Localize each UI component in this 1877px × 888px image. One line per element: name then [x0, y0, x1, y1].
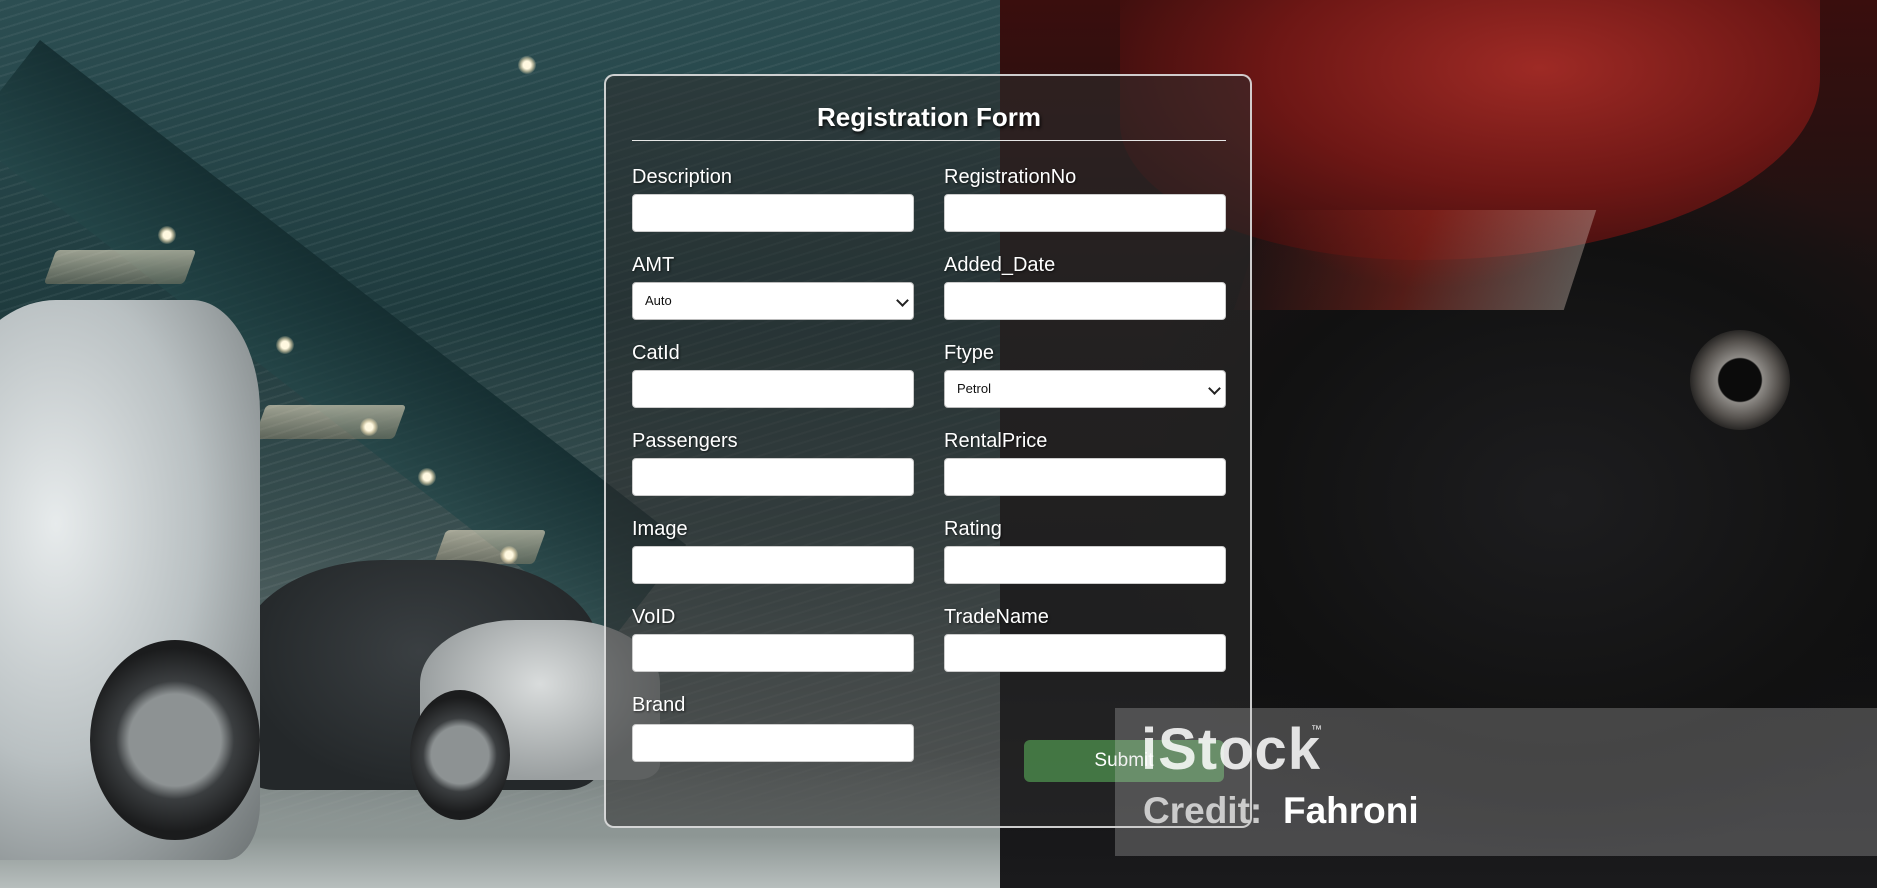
amt-select[interactable]: Auto: [632, 282, 914, 320]
void-label: VoID: [632, 606, 676, 628]
trade-name-label: TradeName: [944, 606, 1049, 628]
car-wheel: [410, 690, 510, 820]
watermark-credit-label: Credit:: [1143, 790, 1263, 831]
ceiling-light: [158, 226, 176, 244]
ceiling-light: [500, 546, 518, 564]
description-label: Description: [632, 166, 733, 188]
title-divider: [632, 140, 1226, 141]
ftype-selected-value: Petrol: [957, 381, 991, 396]
passengers-label: Passengers: [632, 430, 738, 452]
car-exhaust-pipe: [1690, 330, 1790, 430]
ceiling-light-panel: [43, 250, 197, 284]
ceiling-light-panel: [253, 405, 407, 439]
car-taillight: [1233, 210, 1597, 310]
ceiling-light: [518, 56, 536, 74]
image-input[interactable]: [632, 546, 914, 584]
cat-id-input[interactable]: [632, 370, 914, 408]
ceiling-light-panel: [433, 530, 547, 564]
watermark-credit-name: Fahroni: [1283, 790, 1419, 831]
ceiling-light: [276, 336, 294, 354]
stock-watermark: iStock ™ Credit: Fahroni: [1115, 708, 1877, 856]
rating-label: Rating: [944, 518, 1002, 540]
amt-label: AMT: [632, 254, 675, 276]
ftype-select[interactable]: Petrol: [944, 370, 1226, 408]
rental-price-input[interactable]: [944, 458, 1226, 496]
trade-name-input[interactable]: [944, 634, 1226, 672]
rental-price-label: RentalPrice: [944, 430, 1048, 452]
rating-input[interactable]: [944, 546, 1226, 584]
added-date-input[interactable]: [944, 282, 1226, 320]
description-input[interactable]: [632, 194, 914, 232]
void-input[interactable]: [632, 634, 914, 672]
amt-selected-value: Auto: [645, 293, 672, 308]
registration-no-input[interactable]: [944, 194, 1226, 232]
added-date-label: Added_Date: [944, 254, 1056, 276]
watermark-logo: iStock: [1141, 717, 1322, 782]
chevron-down-icon: [896, 294, 909, 307]
cat-id-label: CatId: [632, 342, 680, 364]
chevron-down-icon: [1208, 382, 1221, 395]
image-label: Image: [632, 518, 688, 540]
registration-no-label: RegistrationNo: [944, 166, 1077, 188]
ceiling-light: [418, 468, 436, 486]
passengers-input[interactable]: [632, 458, 914, 496]
brand-label: Brand: [632, 694, 686, 716]
form-title: Registration Form: [817, 102, 1041, 132]
watermark-trademark: ™: [1311, 724, 1322, 736]
brand-input[interactable]: [632, 724, 914, 762]
ftype-label: Ftype: [944, 342, 995, 364]
car-wheel: [90, 640, 260, 840]
ceiling-light: [360, 418, 378, 436]
